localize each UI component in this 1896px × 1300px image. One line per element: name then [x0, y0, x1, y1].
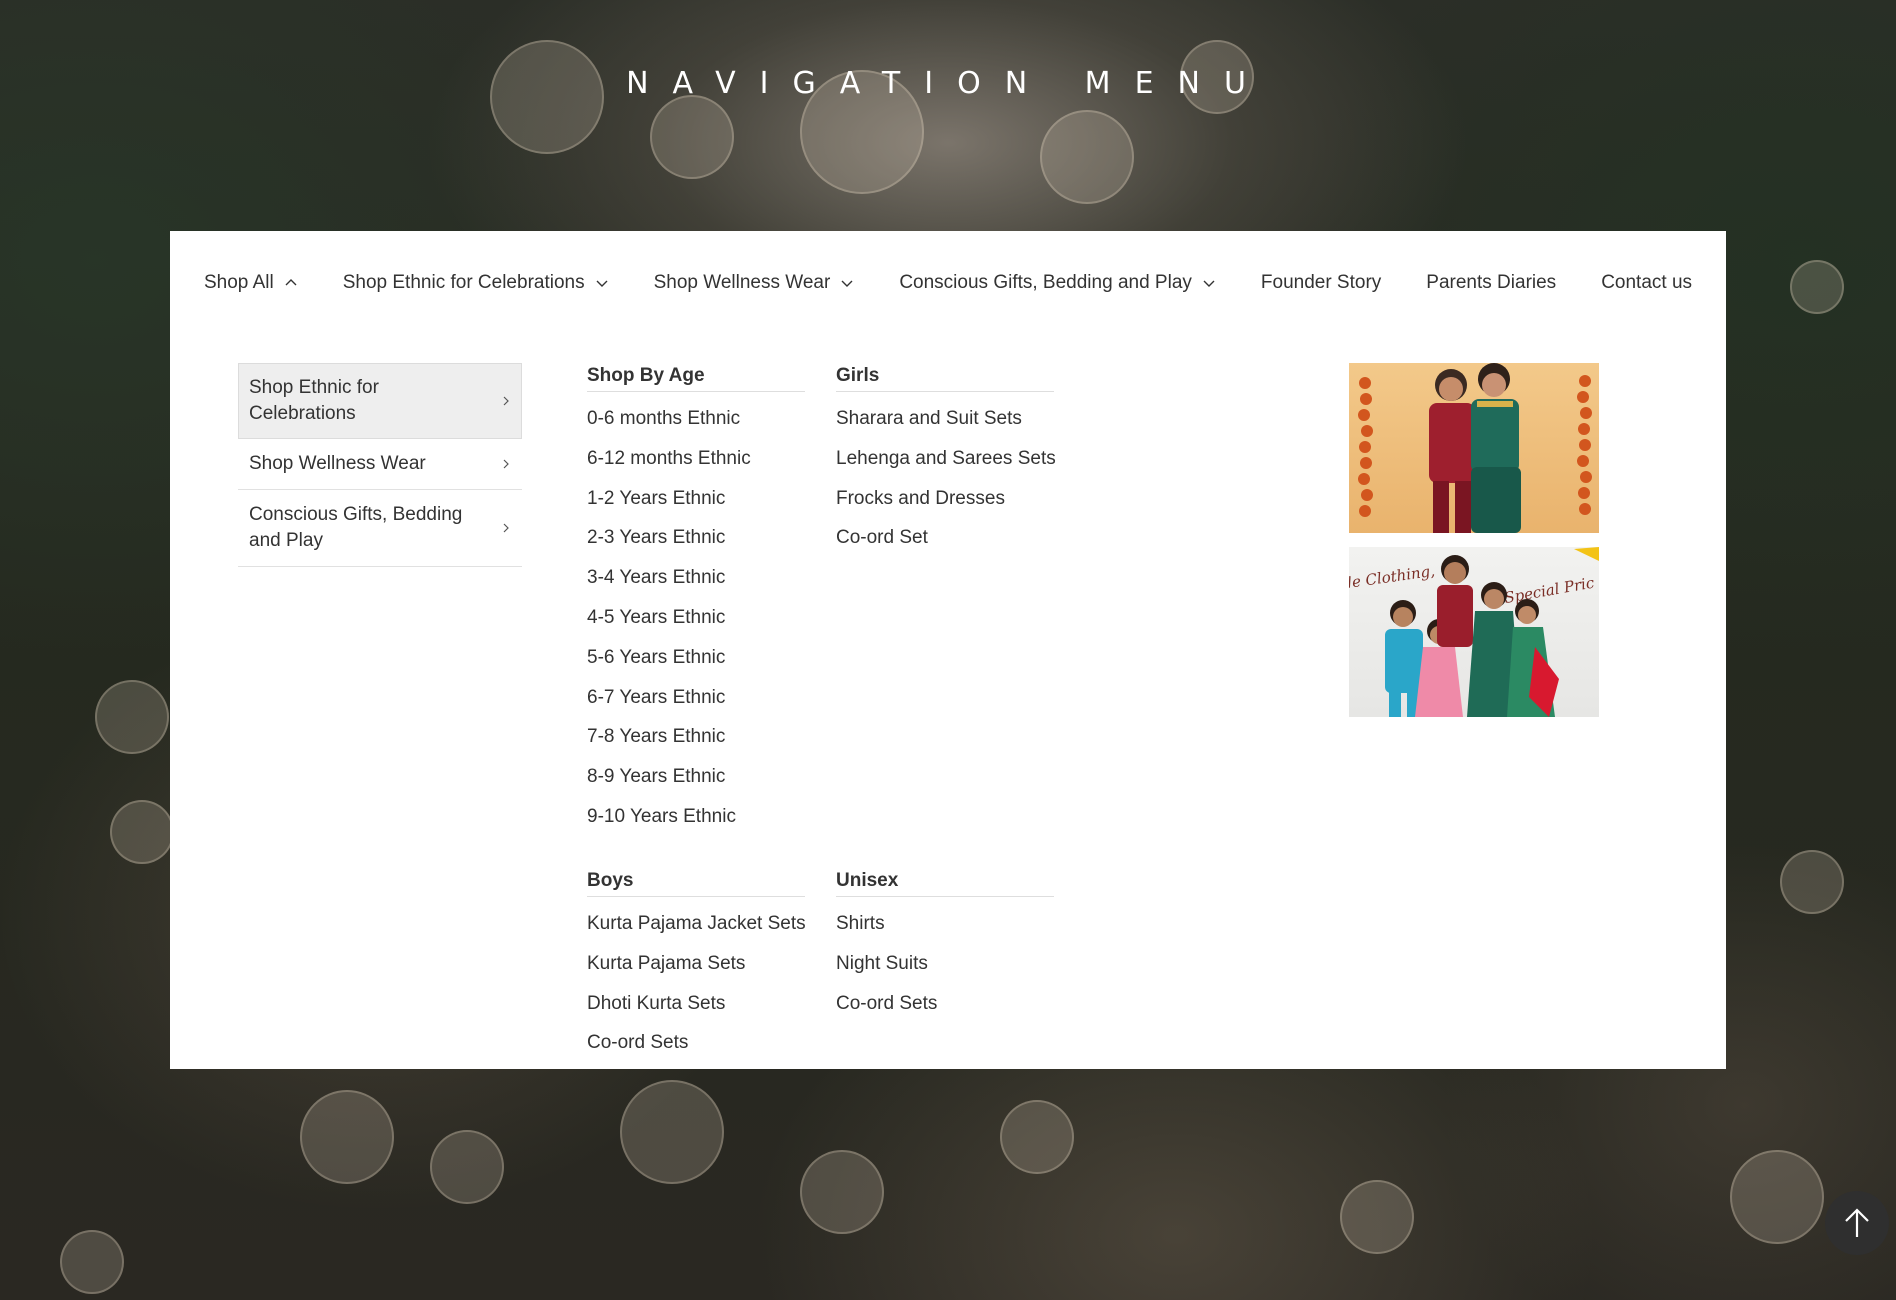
menu-link[interactable]: 9-10 Years Ethnic: [587, 804, 805, 830]
top-navigation: Shop All Shop Ethnic for Celebrations Sh…: [204, 265, 1737, 301]
submenu-item-label: Shop Wellness Wear: [249, 453, 426, 474]
bokeh-light: [300, 1090, 394, 1184]
column-girls: Girls Sharara and Suit Sets Lehenga and …: [836, 363, 1056, 565]
menu-link[interactable]: Shirts: [836, 911, 1054, 937]
menu-link[interactable]: Lehenga and Sarees Sets: [836, 446, 1056, 472]
arrow-up-icon: [1845, 1208, 1869, 1237]
link-list: Shirts Night Suits Co-ord Sets: [836, 911, 1054, 1017]
menu-link[interactable]: Co-ord Sets: [836, 991, 1054, 1017]
chevron-down-icon: [841, 280, 853, 287]
menu-link[interactable]: 6-7 Years Ethnic: [587, 685, 805, 711]
nav-item-parents-diaries[interactable]: Parents Diaries: [1426, 272, 1556, 294]
menu-link[interactable]: 5-6 Years Ethnic: [587, 645, 805, 671]
bokeh-light: [1000, 1100, 1074, 1174]
submenu-item-label: Shop Ethnic for Celebrations: [249, 377, 379, 424]
link-list: Sharara and Suit Sets Lehenga and Sarees…: [836, 406, 1056, 551]
column-heading[interactable]: Boys: [587, 868, 805, 897]
menu-link[interactable]: 1-2 Years Ethnic: [587, 486, 805, 512]
menu-link[interactable]: Co-ord Sets: [587, 1030, 805, 1056]
nav-item-shop-wellness[interactable]: Shop Wellness Wear: [654, 272, 855, 294]
submenu-item-label: Conscious Gifts, Bedding and Play: [249, 504, 463, 551]
menu-link[interactable]: 8-9 Years Ethnic: [587, 764, 805, 790]
chevron-right-icon: [503, 396, 509, 406]
banner-text-right: Special Pric: [1503, 573, 1596, 607]
menu-link[interactable]: Dhoti Kurta Sets: [587, 991, 805, 1017]
menu-link[interactable]: Kurta Pajama Sets: [587, 951, 805, 977]
bokeh-light: [430, 1130, 504, 1204]
menu-link[interactable]: Night Suits: [836, 951, 1054, 977]
submenu-list: Shop Ethnic for Celebrations Shop Wellne…: [238, 363, 522, 567]
menu-link[interactable]: Frocks and Dresses: [836, 486, 1054, 512]
menu-link[interactable]: Co-ord Set: [836, 525, 1054, 551]
menu-link[interactable]: 3-4 Years Ethnic: [587, 565, 805, 591]
column-unisex: Unisex Shirts Night Suits Co-ord Sets: [836, 868, 1054, 1030]
page-title: NAVIGATION MENU: [626, 66, 1270, 101]
nav-item-shop-all[interactable]: Shop All: [204, 272, 298, 294]
nav-item-shop-ethnic[interactable]: Shop Ethnic for Celebrations: [343, 272, 609, 294]
sale-kids-illustration: de Clothing, Special Pric: [1349, 547, 1599, 717]
nav-item-label: Contact us: [1601, 272, 1693, 293]
banner-text-left: de Clothing,: [1349, 562, 1436, 593]
scroll-to-top-button[interactable]: [1825, 1191, 1889, 1255]
column-boys: Boys Kurta Pajama Jacket Sets Kurta Paja…: [587, 868, 806, 1070]
bokeh-light: [60, 1230, 124, 1294]
column-heading[interactable]: Unisex: [836, 868, 1054, 897]
promo-banner-sale[interactable]: de Clothing, Special Pric: [1349, 547, 1599, 717]
bokeh-light: [95, 680, 169, 754]
bokeh-light: [650, 95, 734, 179]
link-list: 0-6 months Ethnic 6-12 months Ethnic 1-2…: [587, 406, 805, 830]
submenu-item-shop-wellness[interactable]: Shop Wellness Wear: [238, 439, 522, 490]
nav-item-label: Conscious Gifts, Bedding and Play: [899, 272, 1192, 293]
menu-link[interactable]: Sharara and Suit Sets: [836, 406, 1054, 432]
menu-link[interactable]: 4-5 Years Ethnic: [587, 605, 805, 631]
nav-item-label: Shop Wellness Wear: [653, 272, 831, 293]
link-list: Kurta Pajama Jacket Sets Kurta Pajama Se…: [587, 911, 806, 1056]
kids-photo-illustration: [1358, 363, 1592, 533]
bokeh-light: [800, 1150, 884, 1234]
column-shop-by-age: Shop By Age 0-6 months Ethnic 6-12 month…: [587, 363, 805, 844]
menu-link[interactable]: 7-8 Years Ethnic: [587, 724, 805, 750]
submenu-item-conscious-gifts[interactable]: Conscious Gifts, Bedding and Play: [238, 490, 522, 567]
menu-link[interactable]: 6-12 months Ethnic: [587, 446, 805, 472]
column-heading[interactable]: Shop By Age: [587, 363, 805, 392]
submenu-item-shop-ethnic[interactable]: Shop Ethnic for Celebrations: [238, 363, 522, 439]
chevron-down-icon: [1203, 280, 1215, 287]
nav-item-conscious-gifts[interactable]: Conscious Gifts, Bedding and Play: [899, 272, 1216, 294]
bokeh-light: [110, 800, 174, 864]
chevron-right-icon: [503, 523, 509, 533]
nav-item-founder-story[interactable]: Founder Story: [1261, 272, 1381, 294]
menu-link[interactable]: 2-3 Years Ethnic: [587, 525, 805, 551]
nav-item-label: Founder Story: [1260, 272, 1382, 293]
chevron-right-icon: [503, 459, 509, 469]
column-heading[interactable]: Girls: [836, 363, 1054, 392]
bokeh-light: [1780, 850, 1844, 914]
nav-item-contact-us[interactable]: Contact us: [1601, 272, 1692, 294]
bokeh-light: [620, 1080, 724, 1184]
chevron-up-icon: [285, 279, 297, 286]
bokeh-light: [1040, 110, 1134, 204]
bokeh-light: [1340, 1180, 1414, 1254]
mega-menu-panel: Shop All Shop Ethnic for Celebrations Sh…: [170, 231, 1889, 1255]
nav-item-label: Shop All: [204, 272, 274, 293]
chevron-down-icon: [596, 280, 608, 287]
bokeh-light: [1790, 260, 1844, 314]
menu-link[interactable]: 0-6 months Ethnic: [587, 406, 805, 432]
menu-link[interactable]: Kurta Pajama Jacket Sets: [587, 911, 806, 937]
nav-item-label: Shop Ethnic for Celebrations: [342, 272, 585, 293]
promo-banner-ethnic-kids[interactable]: [1349, 363, 1599, 533]
nav-item-label: Parents Diaries: [1426, 272, 1557, 293]
bokeh-light: [1730, 1150, 1824, 1244]
